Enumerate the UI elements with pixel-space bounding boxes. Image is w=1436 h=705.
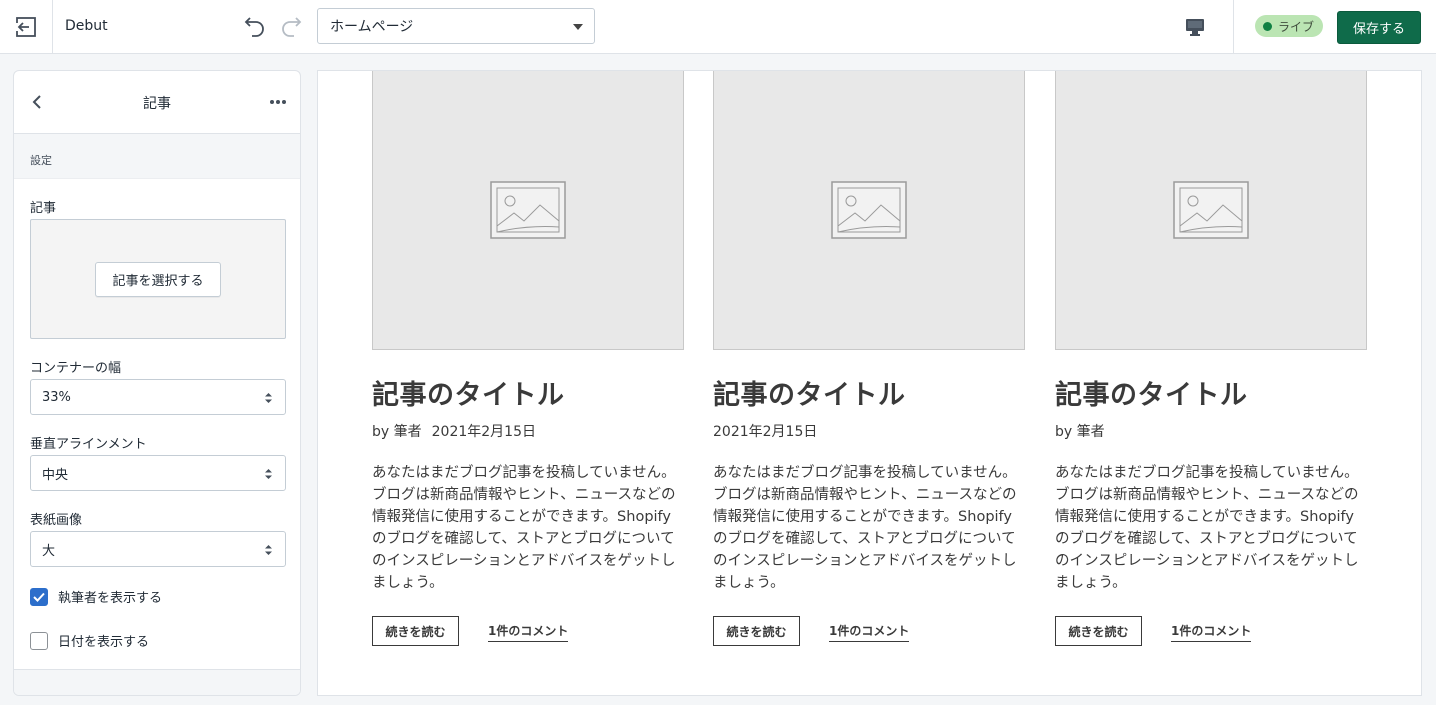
undo-button[interactable] <box>242 13 268 39</box>
sidebar-footer <box>14 669 300 695</box>
redo-button[interactable] <box>278 13 304 39</box>
comments-link[interactable]: 1件のコメント <box>1171 622 1252 642</box>
page-select[interactable]: ホームページ <box>317 8 595 44</box>
more-actions-button[interactable] <box>268 93 288 111</box>
article-card: 記事のタイトル by 筆者 2021年2月15日 あなたはまだブログ記事を投稿して… <box>372 71 684 646</box>
image-placeholder-icon <box>831 181 907 239</box>
container-width-value: 33% <box>42 389 71 405</box>
article-author: by 筆者 <box>372 424 422 440</box>
article-title[interactable]: 記事のタイトル <box>713 373 906 412</box>
select-arrows-icon <box>265 469 272 479</box>
show-date-option[interactable]: 日付を表示する <box>30 631 149 650</box>
article-meta: by 筆者 <box>1055 421 1105 441</box>
select-arrows-icon <box>265 545 272 555</box>
vertical-alignment-select[interactable]: 中央 <box>30 455 286 491</box>
article-author: by 筆者 <box>1055 424 1105 440</box>
top-bar: Debut ホームページ ライブ 保存する <box>0 0 1436 54</box>
comments-link[interactable]: 1件のコメント <box>488 622 569 642</box>
exit-button[interactable] <box>0 0 53 54</box>
live-badge-label: ライブ <box>1278 19 1315 34</box>
vertical-alignment-label: 垂直アラインメント <box>30 437 147 452</box>
chevron-down-icon <box>573 24 583 30</box>
exit-icon <box>16 17 36 37</box>
article-meta: 2021年2月15日 <box>713 421 817 441</box>
image-placeholder-icon <box>490 181 566 239</box>
article-image-placeholder <box>713 71 1025 350</box>
cover-image-label: 表紙画像 <box>30 513 83 528</box>
article-date: 2021年2月15日 <box>431 424 536 440</box>
live-badge: ライブ <box>1255 15 1324 37</box>
desktop-icon <box>1186 19 1204 36</box>
select-arrows-icon <box>265 393 272 403</box>
article-image-placeholder <box>372 71 684 350</box>
page-select-value: ホームページ <box>330 19 414 35</box>
article-meta: by 筆者 2021年2月15日 <box>372 421 536 441</box>
show-date-label: 日付を表示する <box>58 635 150 650</box>
settings-sidebar: 記事 設定 記事 記事を選択する コンテナーの幅 33% 垂直アラインメント 中… <box>13 70 301 696</box>
theme-preview: 記事のタイトル by 筆者 2021年2月15日 あなたはまだブログ記事を投稿して… <box>317 70 1422 696</box>
cover-image-value: 大 <box>42 543 56 559</box>
redo-icon <box>282 17 302 37</box>
select-article-button[interactable]: 記事を選択する <box>95 261 221 297</box>
article-excerpt: あなたはまだブログ記事を投稿していません。ブログは新商品情報やヒント、ニュースな… <box>1055 465 1359 591</box>
article-date: 2021年2月15日 <box>713 424 818 440</box>
article-label: 記事 <box>30 201 57 216</box>
article-card: 記事のタイトル 2021年2月15日 あなたはまだブログ記事を投稿していません。… <box>713 71 1025 646</box>
article-title[interactable]: 記事のタイトル <box>372 373 565 412</box>
sidebar-header: 記事 <box>14 71 300 134</box>
article-title[interactable]: 記事のタイトル <box>1055 373 1248 412</box>
read-more-button[interactable]: 続きを読む <box>713 616 800 646</box>
show-author-option[interactable]: 執筆者を表示する <box>30 587 162 606</box>
article-excerpt: あなたはまだブログ記事を投稿していません。ブログは新商品情報やヒント、ニュースな… <box>713 465 1017 591</box>
live-status-dot <box>1263 21 1272 31</box>
cover-image-select[interactable]: 大 <box>30 531 286 567</box>
checkmark-icon <box>33 592 45 602</box>
container-width-label: コンテナーの幅 <box>30 361 122 376</box>
show-author-label: 執筆者を表示する <box>58 591 163 606</box>
read-more-button[interactable]: 続きを読む <box>1055 616 1142 646</box>
read-more-button[interactable]: 続きを読む <box>372 616 459 646</box>
image-placeholder-icon <box>1173 181 1249 239</box>
theme-name: Debut <box>65 18 108 34</box>
more-horizontal-icon <box>270 100 286 104</box>
article-image-placeholder <box>1055 71 1367 350</box>
device-preview-button[interactable] <box>1180 13 1210 41</box>
article-card: 記事のタイトル by 筆者 あなたはまだブログ記事を投稿していません。ブログは新… <box>1055 71 1367 646</box>
toolbar-divider <box>1233 0 1234 54</box>
article-picker: 記事を選択する <box>30 219 286 339</box>
section-heading: 設定 <box>14 134 300 179</box>
vertical-alignment-value: 中央 <box>42 467 69 483</box>
container-width-select[interactable]: 33% <box>30 379 286 415</box>
comments-link[interactable]: 1件のコメント <box>829 622 910 642</box>
sidebar-title: 記事 <box>143 96 171 112</box>
article-excerpt: あなたはまだブログ記事を投稿していません。ブログは新商品情報やヒント、ニュースな… <box>372 465 676 591</box>
show-date-checkbox[interactable] <box>30 631 48 650</box>
undo-icon <box>244 17 264 37</box>
save-button[interactable]: 保存する <box>1337 11 1421 44</box>
show-author-checkbox[interactable] <box>30 587 48 606</box>
